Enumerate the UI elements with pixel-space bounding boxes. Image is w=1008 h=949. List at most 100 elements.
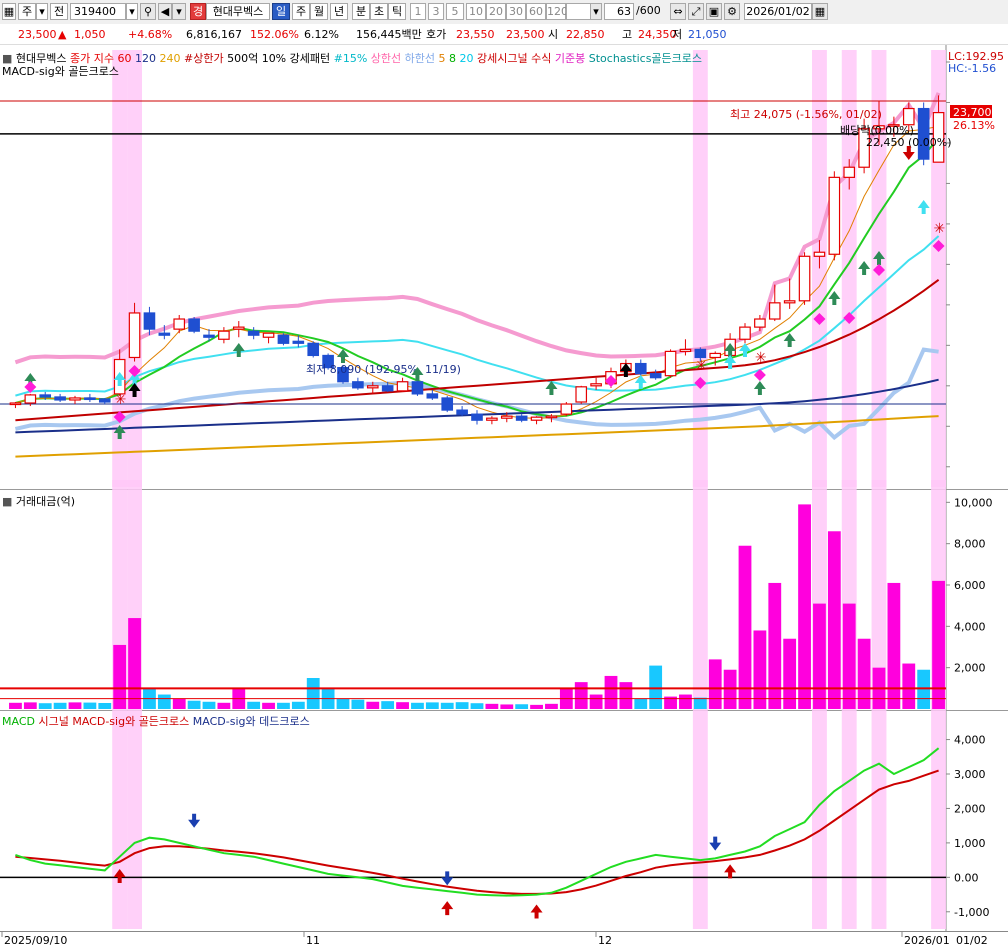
candle <box>917 107 930 160</box>
candle <box>143 312 156 330</box>
amount-bar <box>515 704 529 709</box>
candle <box>381 385 394 392</box>
amount-bar <box>813 603 826 709</box>
amount-bar <box>172 698 186 709</box>
amount-bar <box>902 663 916 709</box>
amount-bar <box>366 701 380 709</box>
stock-chart[interactable]: 최고 24,075 (-1.56%, 01/02)배당락(0.00%)22,45… <box>0 45 1008 949</box>
legend-upper-line: 상한선 <box>370 52 402 65</box>
legend-ma5: 5 <box>438 52 446 65</box>
speaker-dropdown-icon[interactable]: ▾ <box>172 3 186 20</box>
tf-day[interactable]: 일 <box>272 3 290 20</box>
speaker-icon[interactable]: ◀ <box>158 3 172 20</box>
amount-tick-label: 6,000 <box>954 579 986 592</box>
amount-tick-label: 2,000 <box>954 662 986 675</box>
amount-bar <box>396 702 409 709</box>
tf-year[interactable]: 년 <box>330 3 348 20</box>
change-percent: +4.68% <box>128 28 173 41</box>
amount-bar <box>53 702 67 709</box>
candle <box>307 342 320 357</box>
macd-tick-label: 0.00 <box>954 871 979 884</box>
amount-bar <box>723 669 737 709</box>
star-marker-icon: ✳ <box>115 392 127 408</box>
x-corner-label: 01/02 <box>956 934 988 947</box>
amount-bar <box>128 618 141 709</box>
period-dropdown-icon[interactable]: ▾ <box>36 3 48 20</box>
legend-square-icon: ■ <box>2 495 13 508</box>
stock-code-input[interactable]: 319400 <box>70 3 126 20</box>
candle <box>128 312 141 359</box>
candle <box>590 383 602 387</box>
candle <box>262 332 275 338</box>
x-tick-label: 2025/09/10 <box>4 934 67 947</box>
interval-20[interactable]: 20 <box>486 3 506 20</box>
amount-bar <box>68 702 82 709</box>
scale-icon[interactable]: ⤢ <box>688 3 704 20</box>
legend-lower-line: 하한선 <box>404 52 436 65</box>
period-tab[interactable]: 주 <box>18 3 36 20</box>
amount-bar <box>634 698 648 709</box>
candle <box>500 415 513 419</box>
zoom-icon[interactable]: ⇔ <box>670 3 686 20</box>
high-label: 고 <box>622 28 633 41</box>
candle <box>292 340 305 344</box>
amount-bar <box>455 702 469 709</box>
volume: 6,816,167 <box>186 28 242 41</box>
ho-label: 호가 <box>426 28 447 41</box>
tf-week[interactable]: 주 <box>292 3 310 20</box>
candle <box>515 415 528 421</box>
candle <box>634 362 647 375</box>
price-legend-2: MACD-sig와 골든크로스 <box>2 63 119 79</box>
last-price-tag: 23,700 <box>953 106 992 119</box>
calendar-icon[interactable]: ▦ <box>812 3 828 20</box>
jeon-tab[interactable]: 전 <box>50 3 68 20</box>
candle <box>218 330 230 340</box>
candle <box>783 300 796 304</box>
amount-bar <box>157 694 171 709</box>
amount-bar <box>202 701 216 709</box>
search-icon[interactable]: ⚲ <box>140 3 156 20</box>
amount-bar <box>470 703 484 709</box>
market-badge: 경 <box>190 3 206 20</box>
tf-tick[interactable]: 틱 <box>388 3 406 20</box>
interval-3[interactable]: 3 <box>428 3 444 20</box>
amount-bar <box>798 504 811 709</box>
amount-bar <box>932 580 945 709</box>
amount-bar <box>262 702 275 709</box>
interval-10[interactable]: 10 <box>466 3 486 20</box>
highlight-band <box>112 700 128 929</box>
legend-pct15: #15% <box>333 52 368 65</box>
candle <box>173 318 186 330</box>
candle <box>84 397 96 401</box>
bid-price: 23,500 <box>506 28 545 41</box>
interval-5[interactable]: 5 <box>446 3 464 20</box>
price-change: 1,050 <box>74 28 106 41</box>
candle <box>486 417 498 421</box>
top-toolbar: ▦ 주 ▾ 전 319400 ▾ ⚲ ◀ ▾ 경 현대무벡스 일 주 월 년 분… <box>0 0 1008 25</box>
save-icon[interactable]: ▣ <box>706 3 722 20</box>
macd-label: MACD <box>2 715 35 728</box>
gear-icon[interactable]: ⚙ <box>724 3 740 20</box>
amount-bar <box>306 678 320 709</box>
amount-bar <box>411 702 424 709</box>
candle <box>754 318 766 328</box>
interval-60[interactable]: 60 <box>526 3 546 20</box>
interval-dropdown-icon[interactable]: ▾ <box>590 3 602 20</box>
macd-tick-label: 4,000 <box>954 734 986 747</box>
stock-name-field[interactable]: 현대무벡스 <box>206 3 270 20</box>
interval-30[interactable]: 30 <box>506 3 526 20</box>
tf-minute[interactable]: 분 <box>352 3 370 20</box>
tf-month[interactable]: 월 <box>310 3 328 20</box>
date-input[interactable]: 2026/01/02 <box>744 3 812 20</box>
highlight-band <box>871 700 887 929</box>
tf-second[interactable]: 초 <box>370 3 388 20</box>
amount-bar <box>500 704 514 709</box>
interval-1[interactable]: 1 <box>410 3 426 20</box>
amount-tick-label: 8,000 <box>954 538 986 551</box>
code-dropdown-icon[interactable]: ▾ <box>126 3 138 20</box>
count-input[interactable]: 63 <box>604 3 634 20</box>
amount-bar <box>425 702 439 709</box>
interval-120[interactable]: 120 <box>546 3 568 20</box>
candle <box>247 330 260 336</box>
chart-type-icon[interactable]: ▦ <box>2 3 16 20</box>
